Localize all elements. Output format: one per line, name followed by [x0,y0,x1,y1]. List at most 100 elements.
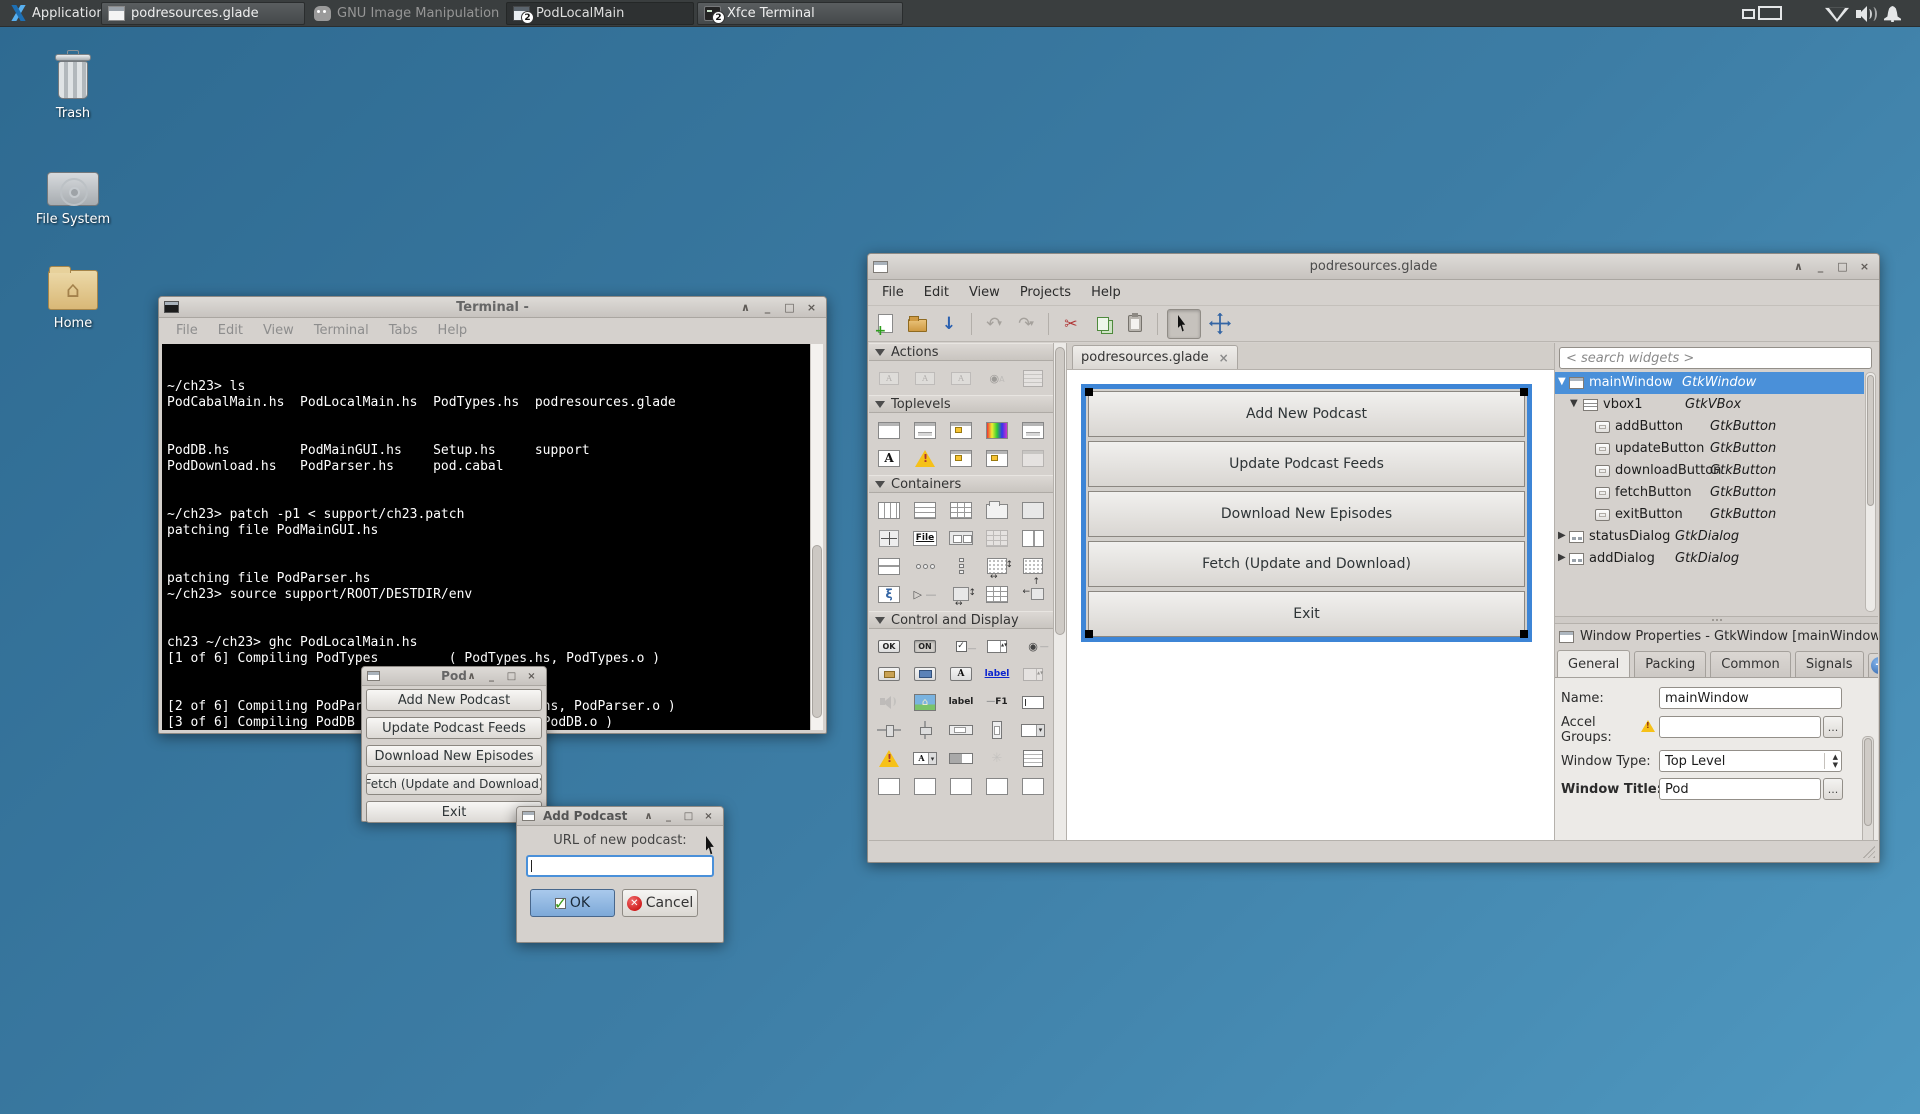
designed-main-window[interactable]: Add New Podcast Update Podcast Feeds Dow… [1081,384,1532,642]
expander-open-icon[interactable]: ▼ [1558,376,1566,387]
menu-file[interactable]: File [872,282,914,303]
shade-icon[interactable]: ∧ [642,811,655,822]
window-type-select[interactable]: Top Level ▲▼ [1659,750,1842,772]
menu-view[interactable]: View [959,282,1010,303]
palette-item-frame[interactable] [1015,496,1051,524]
designed-update-button[interactable]: Update Podcast Feeds [1088,441,1525,487]
palette-item-notebook[interactable] [979,496,1015,524]
palette-item-clipped-2[interactable] [907,772,943,800]
palette-item-aspect-frame[interactable]: ↕↔ [943,580,979,608]
tree-row-exitbutton[interactable]: exitButton GtkButton [1555,504,1864,526]
desktop-icon-home[interactable]: ⌂ Home [31,270,115,331]
selection-handle[interactable] [1085,630,1093,638]
add-new-podcast-button[interactable]: Add New Podcast [366,689,542,711]
palette-item-volume-button[interactable] [871,688,907,716]
pod-titlebar[interactable]: Pod ∧ _ □ × [362,667,546,686]
palette-item-check-button[interactable]: ✓ [943,632,979,660]
menu-edit[interactable]: Edit [914,282,959,303]
properties-vscrollbar[interactable] [1862,736,1874,840]
redo-button[interactable]: ↷▾ [1013,311,1039,337]
maximize-icon[interactable]: □ [1836,260,1849,273]
palette-item-layout[interactable] [979,580,1015,608]
palette-item-number-entry[interactable] [1015,660,1051,688]
designed-download-button[interactable]: Download New Episodes [1088,491,1525,537]
palette-item-progress-bar[interactable] [943,744,979,772]
minimize-icon[interactable]: _ [1814,260,1827,273]
palette-item-file-dialog[interactable] [1015,416,1051,444]
palette-section-control-display[interactable]: Control and Display [869,611,1053,629]
close-icon[interactable]: × [1858,260,1871,273]
selection-handle[interactable] [1520,388,1528,396]
maximize-icon[interactable]: □ [682,811,695,822]
palette-item-handle-box[interactable]: ξ [871,580,907,608]
close-icon[interactable]: × [525,671,538,682]
palette-item-clipped-3[interactable] [943,772,979,800]
resize-grip[interactable] [1863,846,1875,858]
palette-item-about-dialog[interactable] [979,444,1015,472]
palette-item-scrolled-window[interactable]: ↕↔ [979,552,1015,580]
palette-item-hbutton-box[interactable] [907,552,943,580]
designed-fetch-button[interactable]: Fetch (Update and Download) [1088,541,1525,587]
drag-resize-button[interactable] [1207,311,1233,337]
palette-item-assistant[interactable] [1015,444,1051,472]
palette-item-color-dialog[interactable] [979,416,1015,444]
tab-packing[interactable]: Packing [1634,651,1706,677]
notification-bell-icon[interactable] [1884,6,1901,22]
palette-item-radio-button[interactable]: ◉ [1015,632,1051,660]
ok-button[interactable]: ✓ OK [530,889,615,917]
tree-row-addbutton[interactable]: addButton GtkButton [1555,416,1864,438]
tree-row-updatebutton[interactable]: updateButton GtkButton [1555,438,1864,460]
palette-item-color-button[interactable] [907,660,943,688]
window-title-field[interactable]: Pod [1659,778,1821,800]
designed-exit-button[interactable]: Exit [1088,591,1525,637]
volume-icon[interactable] [1856,6,1876,22]
palette-item-alignment[interactable]: ←↑ [1015,580,1051,608]
palette-item-table[interactable] [943,496,979,524]
menu-view[interactable]: View [254,321,303,340]
maximize-icon[interactable]: □ [783,301,796,314]
accel-groups-field[interactable] [1659,716,1821,738]
designed-add-button[interactable]: Add New Podcast [1088,391,1525,437]
display-icon[interactable] [1758,6,1782,20]
palette-item-viewport[interactable] [1015,552,1051,580]
palette-section-containers[interactable]: Containers [869,475,1053,493]
tree-row-fetchbutton[interactable]: fetchButton GtkButton [1555,482,1864,504]
palette-scrollbar[interactable] [1054,343,1067,840]
palette-item-vbutton-box[interactable] [943,552,979,580]
palette-item-toggle-action[interactable]: A [943,364,979,392]
selection-handle[interactable] [1085,388,1093,396]
palette-item-horizontal-scale[interactable] [871,716,907,744]
tab-common[interactable]: Common [1710,651,1791,677]
palette-item-input-dialog[interactable] [907,444,943,472]
palette-item-vbox[interactable] [907,496,943,524]
stepper-icons[interactable]: ▲▼ [1833,753,1838,769]
palette-item-button[interactable]: OK [871,632,907,660]
expander-open-icon[interactable]: ▼ [1570,398,1578,409]
taskbar-item-podresources-glade[interactable]: podresources.glade [101,2,305,25]
palette-item-font-button[interactable]: A [943,660,979,688]
update-podcast-feeds-button[interactable]: Update Podcast Feeds [366,717,542,739]
palette-item-file-chooser-button[interactable] [871,660,907,688]
desktop-icon-trash[interactable]: Trash [31,50,115,121]
palette-item-recent-dialog[interactable] [943,444,979,472]
wifi-icon[interactable] [1825,6,1849,22]
palette-item-font-dialog[interactable]: A [871,444,907,472]
palette-section-actions[interactable]: Actions [869,343,1053,361]
widget-search-input[interactable]: < search widgets > [1559,347,1872,369]
palette-item-hpaned[interactable] [1015,524,1051,552]
palette-item-expander[interactable]: ▷ — [907,580,943,608]
accel-groups-more-button[interactable]: ... [1823,716,1843,738]
selection-handle[interactable] [1520,630,1528,638]
display-icon[interactable] [1742,9,1755,19]
window-title-more-button[interactable]: ... [1823,778,1843,800]
menu-terminal[interactable]: Terminal [305,321,378,340]
menu-help[interactable]: Help [429,321,477,340]
palette-item-action-group[interactable]: A [871,364,907,392]
copy-button[interactable] [1090,311,1116,337]
palette-item-window[interactable] [871,416,907,444]
taskbar-item-podlocalmain[interactable]: 2 PodLocalMain [506,2,694,25]
download-new-episodes-button[interactable]: Download New Episodes [366,745,542,767]
glade-titlebar[interactable]: podresources.glade ∧ _ □ × [868,254,1879,280]
palette-item-dialog[interactable] [907,416,943,444]
name-field[interactable]: mainWindow [1659,687,1842,709]
